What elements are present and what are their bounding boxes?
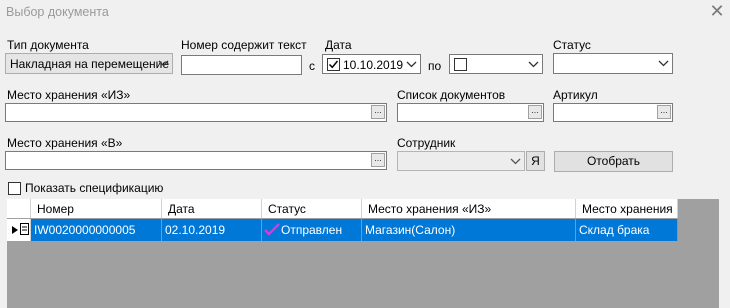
employee-label: Сотрудник [397, 136, 456, 150]
from-label: Место хранения «ИЗ» [7, 88, 131, 102]
cell-from: Магазин(Салон) [362, 219, 576, 241]
to-label: Место хранения «В» [7, 136, 123, 150]
cell-status: Отправлен [262, 219, 362, 241]
status-label: Статус [553, 38, 591, 52]
employee-me-button[interactable]: Я [526, 151, 545, 171]
close-icon[interactable]: ✕ [707, 1, 727, 21]
column-header-status[interactable]: Статус [262, 199, 362, 218]
chevron-down-icon [510, 158, 521, 165]
doclist-browse-button[interactable]: ... [528, 105, 542, 119]
doc-type-select[interactable]: Накладная на перемещение [5, 53, 173, 74]
doclist-label: Список документов [397, 88, 506, 102]
table-row[interactable]: IW0020000000005 02.10.2019 Отправлен Маг… [7, 219, 678, 241]
chevron-down-icon [158, 60, 169, 67]
date-to-checkbox[interactable] [454, 58, 467, 71]
column-header-date[interactable]: Дата [162, 199, 262, 218]
check-icon [328, 60, 339, 69]
status-select[interactable] [553, 53, 673, 74]
number-input[interactable] [181, 55, 302, 75]
column-header-to[interactable]: Место хранения [576, 199, 678, 218]
chevron-down-icon [658, 60, 669, 67]
chevron-down-icon[interactable] [528, 57, 539, 71]
column-header-from[interactable]: Место хранения «ИЗ» [362, 199, 576, 218]
documents-grid: Номер Дата Статус Место хранения «ИЗ» Ме… [7, 199, 719, 308]
cell-to: Склад брака [576, 219, 678, 241]
article-input[interactable]: ... [553, 103, 673, 122]
article-label: Артикул [553, 88, 598, 102]
cell-number: IW0020000000005 [31, 219, 162, 241]
date-to-prefix: по [428, 59, 442, 73]
current-row-arrow-icon [12, 226, 18, 234]
date-from-picker[interactable]: 10.10.2019 [322, 54, 421, 74]
to-browse-button[interactable]: ... [371, 153, 385, 167]
from-browse-button[interactable]: ... [371, 105, 385, 119]
select-button[interactable]: Отобрать [554, 151, 673, 172]
document-icon [20, 223, 29, 235]
date-from-checkbox[interactable] [327, 58, 340, 71]
date-from-prefix: с [309, 59, 315, 73]
show-spec-checkbox[interactable] [8, 182, 21, 195]
column-header-number[interactable]: Номер [31, 199, 162, 218]
window-title: Выбор документа [6, 5, 109, 19]
status-check-icon [264, 223, 280, 236]
row-header[interactable] [7, 219, 31, 241]
employee-select[interactable] [397, 151, 525, 171]
chevron-down-icon[interactable] [406, 57, 417, 71]
number-label: Номер содержит текст [181, 38, 307, 52]
cell-date: 02.10.2019 [162, 219, 262, 241]
doc-type-label: Тип документа [7, 38, 89, 52]
to-input[interactable]: ... [5, 151, 387, 170]
doc-type-value: Накладная на перемещение [10, 57, 170, 71]
doclist-input[interactable]: ... [397, 103, 544, 122]
from-input[interactable]: ... [5, 103, 387, 122]
date-from-value: 10.10.2019 [343, 58, 404, 72]
date-to-picker[interactable] [449, 54, 543, 74]
date-label: Дата [325, 38, 352, 52]
cell-status-text: Отправлен [281, 223, 343, 237]
row-header-corner [7, 199, 31, 218]
show-spec-label: Показать спецификацию [25, 181, 164, 195]
article-browse-button[interactable]: ... [657, 105, 671, 119]
